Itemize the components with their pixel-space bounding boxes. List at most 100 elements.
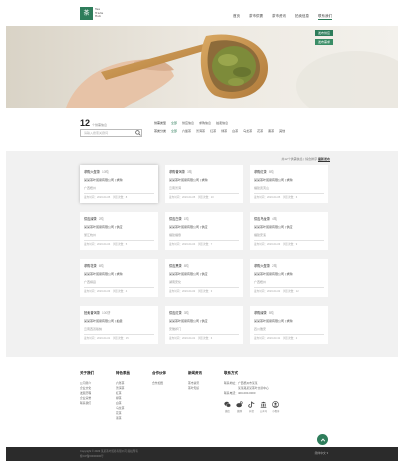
footer-link[interactable]: 联系我们 <box>80 401 116 406</box>
card-tag: 2吨 <box>98 217 104 221</box>
social-links: 微信 微博 抖音 公众号 小程序 <box>224 401 279 413</box>
result-count-unit: 个供需信息 <box>92 123 108 127</box>
card-title-text: 供应白茶 <box>169 217 182 221</box>
footer-contact-title: 联系方式 <box>224 371 238 375</box>
card-divider <box>84 193 154 194</box>
social-label: 公众号 <box>260 410 268 413</box>
footer-link[interactable]: 合作加盟 <box>152 381 188 386</box>
filter-option[interactable]: 全部 <box>171 121 177 125</box>
publish-demand-button[interactable]: 发布需求 <box>315 39 333 45</box>
card-tag: 10吨 <box>101 170 109 174</box>
card-meta: 发布时间：2023-04-02 浏览次数：12 <box>254 290 299 293</box>
card-region: 福建福鼎 <box>169 233 182 237</box>
filter-option[interactable]: 供应信息 <box>182 121 194 125</box>
nav-item-auction[interactable]: 拍卖信息 <box>295 14 309 20</box>
listing-card[interactable]: 求购六堡茶 10吨 某某茶叶贸易有限公司 | 求购 广西梧州 发布时间：2023-04-… <box>80 165 158 203</box>
listing-card[interactable]: 供应红茶 3吨 某某茶叶贸易有限公司 | 供应 安徽祁门 发布时间：2023-04-01… <box>165 306 243 344</box>
card-tag: 8吨 <box>183 264 189 268</box>
result-count: 12 个供需信息 <box>80 118 107 128</box>
listing-card[interactable]: 求购六堡茶 2吨 某某茶叶贸易有限公司 | 求购 广西梧州 发布时间：2023-04-0… <box>250 259 328 297</box>
filter-option[interactable]: 黑茶 <box>268 129 274 133</box>
building-icon <box>260 401 267 408</box>
listing-card[interactable]: 供应白茶 1吨 某某茶叶贸易有限公司 | 供应 福建福鼎 发布时间：2023-04-04… <box>165 212 243 250</box>
card-title: 供应乌龙茶 4吨 <box>254 216 324 221</box>
social-douyin[interactable]: 抖音 <box>248 401 255 413</box>
footer-column-products: 特色茶品 六堡茶 普洱茶 红茶 绿茶 白茶 乌龙茶 花茶 黑茶 <box>116 371 152 421</box>
card-title-text: 拍卖普洱茶 <box>84 311 100 315</box>
card-title-text: 供应红茶 <box>169 311 182 315</box>
card-divider <box>169 334 239 335</box>
listing-card[interactable]: 求购红茶 5吨 某某茶叶贸易有限公司 | 求购 福建武夷山 发布时间：2023-04-0… <box>250 165 328 203</box>
listing-card[interactable]: 供应绿茶 2吨 某某茶叶贸易有限公司 | 供应 浙江杭州 发布时间：2023-04-04… <box>80 212 158 250</box>
card-region: 浙江杭州 <box>84 233 97 237</box>
filter-option[interactable]: 花茶 <box>257 129 263 133</box>
card-title-text: 求购六堡茶 <box>84 170 100 174</box>
sort-latest-link[interactable]: 最新发布 <box>318 157 330 161</box>
sort-bar: 共12个供需信息 | 综合排序 最新发布 <box>281 157 330 161</box>
footer-column-partners: 合作伙伴 合作加盟 <box>152 371 188 421</box>
logo-mark: 茶 <box>80 7 93 20</box>
filter-label: 供需类型 <box>154 121 167 125</box>
listing-card[interactable]: 求购花茶 6吨 某某茶叶贸易有限公司 | 求购 广西横县 发布时间：2023-04-03… <box>80 259 158 297</box>
card-region: 云南西双版纳 <box>84 327 103 331</box>
social-official[interactable]: 公众号 <box>260 401 267 413</box>
card-tag: 3吨 <box>186 170 192 174</box>
card-tag: 100饼 <box>101 311 111 315</box>
card-company: 某某茶叶贸易有限公司 | 供应 <box>169 225 208 229</box>
card-company: 某某茶叶贸易有限公司 | 供应 <box>254 225 293 229</box>
nav-item-supply-demand[interactable]: 茶市供需 <box>249 14 263 20</box>
listing-card[interactable]: 求购绿茶 5吨 某某茶叶贸易有限公司 | 求购 四川雅安 发布时间：2023-03-31… <box>250 306 328 344</box>
listing-card[interactable]: 供应乌龙茶 4吨 某某茶叶贸易有限公司 | 供应 福建安溪 发布时间：2023-04-0… <box>250 212 328 250</box>
listing-card[interactable]: 求购普洱茶 3吨 某某茶叶贸易有限公司 | 求购 云南普洱 发布时间：2023-04-0… <box>165 165 243 203</box>
card-title: 供应绿茶 2吨 <box>84 216 154 221</box>
filter-option[interactable]: 乌龙茶 <box>243 129 252 133</box>
filter-option[interactable]: 绿茶 <box>221 129 227 133</box>
card-divider <box>169 287 239 288</box>
card-divider <box>254 193 324 194</box>
filter-option[interactable]: 其他 <box>279 129 285 133</box>
footer-link[interactable]: 茶叶知识 <box>188 386 224 391</box>
card-divider <box>169 193 239 194</box>
filter-option[interactable]: 普洱茶 <box>196 129 205 133</box>
card-title-text: 求购绿茶 <box>254 311 267 315</box>
card-meta: 发布时间：2023-04-05 浏览次数：8 <box>84 196 128 199</box>
social-miniapp[interactable]: 小程序 <box>272 401 279 413</box>
card-title: 求购绿茶 5吨 <box>254 310 324 315</box>
footer-link[interactable]: 黑茶 <box>116 416 152 421</box>
social-wechat[interactable]: 微信 <box>224 401 231 413</box>
language-selector[interactable]: 简体中文 ▾ <box>315 451 328 455</box>
hero-buttons: 发布供应 发布需求 <box>315 30 333 45</box>
listing-card[interactable]: 拍卖普洱茶 100饼某某茶叶贸易有限公司 | 拍卖 云南西双版纳发布时间：2023-… <box>80 306 158 344</box>
card-region: 湖南安化 <box>169 280 182 284</box>
filter-option[interactable]: 拍卖信息 <box>216 121 228 125</box>
card-title: 求购红茶 5吨 <box>254 169 324 174</box>
card-tag: 5吨 <box>268 170 274 174</box>
publish-supply-button[interactable]: 发布供应 <box>315 30 333 36</box>
icp-text[interactable]: 桂ICP备00000000号 <box>80 454 104 458</box>
listing-card[interactable]: 供应黑茶 8吨 某某茶叶贸易有限公司 | 供应 湖南安化 发布时间：2023-04-02… <box>165 259 243 297</box>
card-tag: 2吨 <box>271 264 277 268</box>
search-icon[interactable] <box>134 129 142 137</box>
search-input[interactable]: 请输入搜索关键词 <box>80 129 142 137</box>
card-title-text: 供应乌龙茶 <box>254 217 270 221</box>
search-placeholder: 请输入搜索关键词 <box>84 131 109 135</box>
card-meta: 发布时间：2023-04-04 浏览次数：7 <box>169 243 213 246</box>
card-meta: 发布时间：2023-04-01 浏览次数：6 <box>169 337 213 340</box>
card-region: 广西梧州 <box>84 186 97 190</box>
nav-item-contact[interactable]: 联系我们 <box>318 14 332 20</box>
site-logo[interactable]: 茶 Tea Trade Hub <box>80 7 103 20</box>
social-weibo[interactable]: 微博 <box>236 401 243 413</box>
footer-columns: 关于我们 公司简介 企业文化 发展历程 企业荣誉 联系我们 特色茶品 六堡茶 普洱茶 红茶 绿茶白… <box>80 371 279 421</box>
card-company: 某某茶叶贸易有限公司 | 拍卖 <box>84 319 123 323</box>
nav-item-news[interactable]: 茶市资讯 <box>272 14 286 20</box>
card-tag: 5吨 <box>268 311 274 315</box>
filter-option[interactable]: 求购信息 <box>199 121 211 125</box>
back-to-top-button[interactable] <box>317 434 328 445</box>
filter-option[interactable]: 全部 <box>171 129 177 133</box>
chevron-up-icon <box>320 437 325 442</box>
filter-option[interactable]: 红茶 <box>210 129 216 133</box>
filter-option[interactable]: 白茶 <box>232 129 238 133</box>
filter-option[interactable]: 六堡茶 <box>182 129 191 133</box>
card-meta: 发布时间：2023-04-01 浏览次数：15 <box>84 337 129 340</box>
nav-item-home[interactable]: 首页 <box>233 14 240 20</box>
